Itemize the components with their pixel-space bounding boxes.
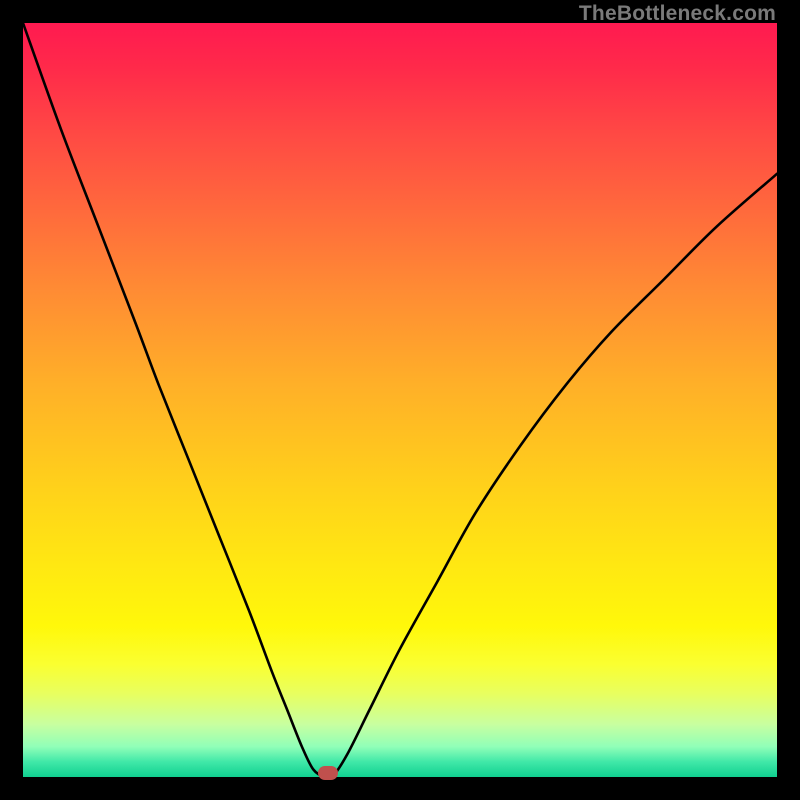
optimal-point-marker — [318, 766, 338, 780]
chart-plot-area — [23, 23, 777, 777]
bottleneck-curve — [23, 23, 777, 777]
watermark-text: TheBottleneck.com — [579, 2, 776, 26]
chart-frame: TheBottleneck.com — [0, 0, 800, 800]
